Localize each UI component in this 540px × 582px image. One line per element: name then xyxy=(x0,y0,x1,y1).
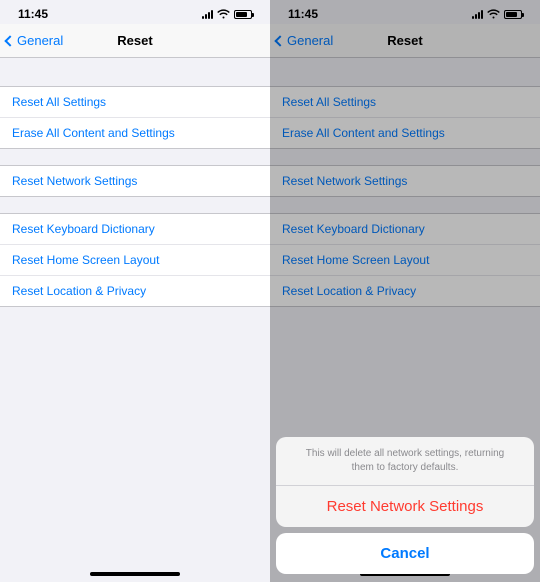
nav-bar: General Reset xyxy=(0,24,270,58)
sheet-cancel-button[interactable]: Cancel xyxy=(276,533,534,574)
reset-all-settings[interactable]: Reset All Settings xyxy=(0,87,270,118)
reset-location-privacy[interactable]: Reset Location & Privacy xyxy=(0,276,270,306)
reset-keyboard-dictionary[interactable]: Reset Keyboard Dictionary xyxy=(0,214,270,245)
home-indicator[interactable] xyxy=(90,572,180,576)
sheet-destructive-action[interactable]: Reset Network Settings xyxy=(276,486,534,527)
status-bar: 11:45 xyxy=(0,4,270,24)
status-time: 11:45 xyxy=(18,7,48,21)
back-button[interactable]: General xyxy=(0,33,63,48)
erase-all-content[interactable]: Erase All Content and Settings xyxy=(0,118,270,148)
list-group-2: Reset Network Settings xyxy=(0,165,270,197)
list-group-3: Reset Keyboard Dictionary Reset Home Scr… xyxy=(0,213,270,307)
battery-icon xyxy=(234,10,252,19)
wifi-icon xyxy=(217,9,230,19)
page-title: Reset xyxy=(117,33,152,48)
status-icons xyxy=(202,9,252,19)
back-label: General xyxy=(17,33,63,48)
reset-home-screen-layout[interactable]: Reset Home Screen Layout xyxy=(0,245,270,276)
signal-icon xyxy=(202,9,213,19)
screen-right: 11:45 General Reset Reset All Settings E… xyxy=(270,0,540,582)
sheet-message: This will delete all network settings, r… xyxy=(276,437,534,486)
action-sheet: This will delete all network settings, r… xyxy=(276,437,534,574)
chevron-left-icon xyxy=(4,35,15,46)
reset-network-settings[interactable]: Reset Network Settings xyxy=(0,166,270,196)
list-group-1: Reset All Settings Erase All Content and… xyxy=(0,86,270,149)
sheet-group: This will delete all network settings, r… xyxy=(276,437,534,527)
screen-left: 11:45 General Reset Reset All Settings E… xyxy=(0,0,270,582)
